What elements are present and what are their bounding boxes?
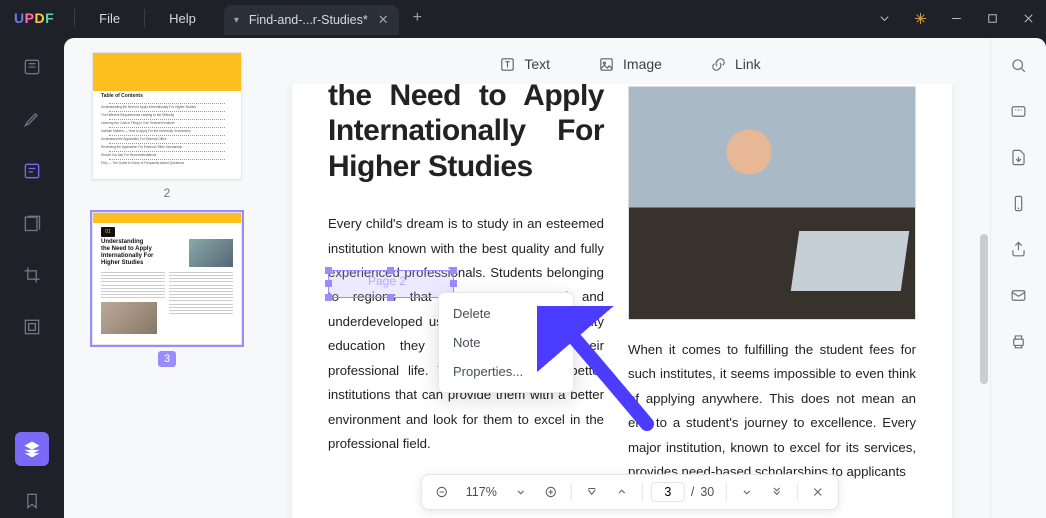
menu-help[interactable]: Help xyxy=(151,11,214,26)
rail-compress-icon[interactable] xyxy=(15,310,49,344)
tab-close-icon[interactable]: ✕ xyxy=(378,12,389,28)
tool-link[interactable]: Link xyxy=(710,56,761,73)
right-rail xyxy=(990,38,1046,518)
thumb-label-3: 3 xyxy=(158,351,176,367)
share-icon[interactable] xyxy=(1009,240,1028,264)
thumbnail-panel: Table of Contents Understanding the Need… xyxy=(64,38,270,518)
document-viewport[interactable]: the Need to Apply Internationally For Hi… xyxy=(270,84,990,518)
rail-crop-icon[interactable] xyxy=(15,258,49,292)
rail-edit-icon[interactable] xyxy=(15,154,49,188)
image-icon xyxy=(598,56,615,73)
ai-sparkle-icon[interactable] xyxy=(902,0,938,36)
first-page-button[interactable] xyxy=(580,480,604,504)
tab-title: Find-and-...r-Studies* xyxy=(249,13,368,27)
thumb-heading: Understanding the Need to Apply Internat… xyxy=(101,239,182,267)
zoom-dropdown-icon[interactable] xyxy=(509,480,533,504)
page-column-right: When it comes to fulfilling the student … xyxy=(628,84,916,518)
thumbnail-page-3[interactable]: 01 Understanding the Need to Apply Inter… xyxy=(92,212,242,345)
last-page-button[interactable] xyxy=(765,480,789,504)
text-icon xyxy=(499,56,516,73)
next-page-button[interactable] xyxy=(735,480,759,504)
scrollbar-thumb[interactable] xyxy=(980,234,988,384)
page-input[interactable] xyxy=(651,482,685,502)
page-total: 30 xyxy=(700,485,718,499)
rail-highlighter-icon[interactable] xyxy=(15,102,49,136)
phone-icon[interactable] xyxy=(1009,194,1028,218)
ctx-note[interactable]: Note xyxy=(439,328,573,357)
window-close-icon[interactable] xyxy=(1010,0,1046,36)
zoom-out-button[interactable] xyxy=(430,480,454,504)
app-logo: UPDF xyxy=(0,10,68,26)
thumb-toc-title: Table of Contents xyxy=(101,93,233,99)
export-file-icon[interactable] xyxy=(1009,148,1028,172)
ctx-delete[interactable]: Delete Del xyxy=(439,299,573,328)
window-maximize-icon[interactable] xyxy=(974,0,1010,36)
rail-organize-icon[interactable] xyxy=(15,206,49,240)
rail-reader-icon[interactable] xyxy=(15,50,49,84)
page-canvas[interactable]: the Need to Apply Internationally For Hi… xyxy=(292,84,952,518)
zoom-in-button[interactable] xyxy=(539,480,563,504)
tool-image[interactable]: Image xyxy=(598,56,662,73)
close-pager-button[interactable] xyxy=(806,480,830,504)
chevron-down-icon[interactable] xyxy=(866,0,902,36)
page-heading: the Need to Apply Internationally For Hi… xyxy=(328,84,604,184)
page-photo xyxy=(628,86,916,320)
vertical-scrollbar[interactable] xyxy=(980,94,988,468)
search-icon[interactable] xyxy=(1009,56,1028,80)
ctx-properties[interactable]: Properties... xyxy=(439,357,573,386)
page-body-right: When it comes to fulfilling the student … xyxy=(628,338,916,485)
ocr-icon[interactable] xyxy=(1009,102,1028,126)
tool-text[interactable]: Text xyxy=(499,56,550,73)
selection-label: Page 2 xyxy=(368,274,406,288)
link-icon xyxy=(710,56,727,73)
mail-icon[interactable] xyxy=(1009,286,1028,310)
add-tab-button[interactable]: + xyxy=(399,9,436,27)
thumb-label-2: 2 xyxy=(82,186,252,200)
titlebar: UPDF File Help ▾ Find-and-...r-Studies* … xyxy=(0,0,1046,36)
page-controls: 117% / 30 xyxy=(421,474,839,510)
prev-page-button[interactable] xyxy=(610,480,634,504)
left-rail xyxy=(0,36,64,518)
rail-layers-icon[interactable] xyxy=(15,432,49,466)
edit-toolbar: Text Image Link xyxy=(270,44,990,84)
zoom-value: 117% xyxy=(460,485,503,499)
window-minimize-icon[interactable] xyxy=(938,0,974,36)
tab-pin-icon[interactable]: ▾ xyxy=(234,15,239,26)
print-icon[interactable] xyxy=(1009,332,1028,356)
main-area: Text Image Link the Need to Apply Intern… xyxy=(270,38,990,518)
page-sep: / xyxy=(691,485,694,499)
rail-bookmark-icon[interactable] xyxy=(15,484,49,518)
menu-file[interactable]: File xyxy=(81,11,138,26)
context-menu: Delete Del Note Properties... xyxy=(438,292,574,393)
thumbnail-page-2[interactable]: Table of Contents Understanding the Need… xyxy=(92,52,242,180)
document-tab[interactable]: ▾ Find-and-...r-Studies* ✕ xyxy=(224,5,399,35)
workspace: Table of Contents Understanding the Need… xyxy=(64,38,1046,518)
